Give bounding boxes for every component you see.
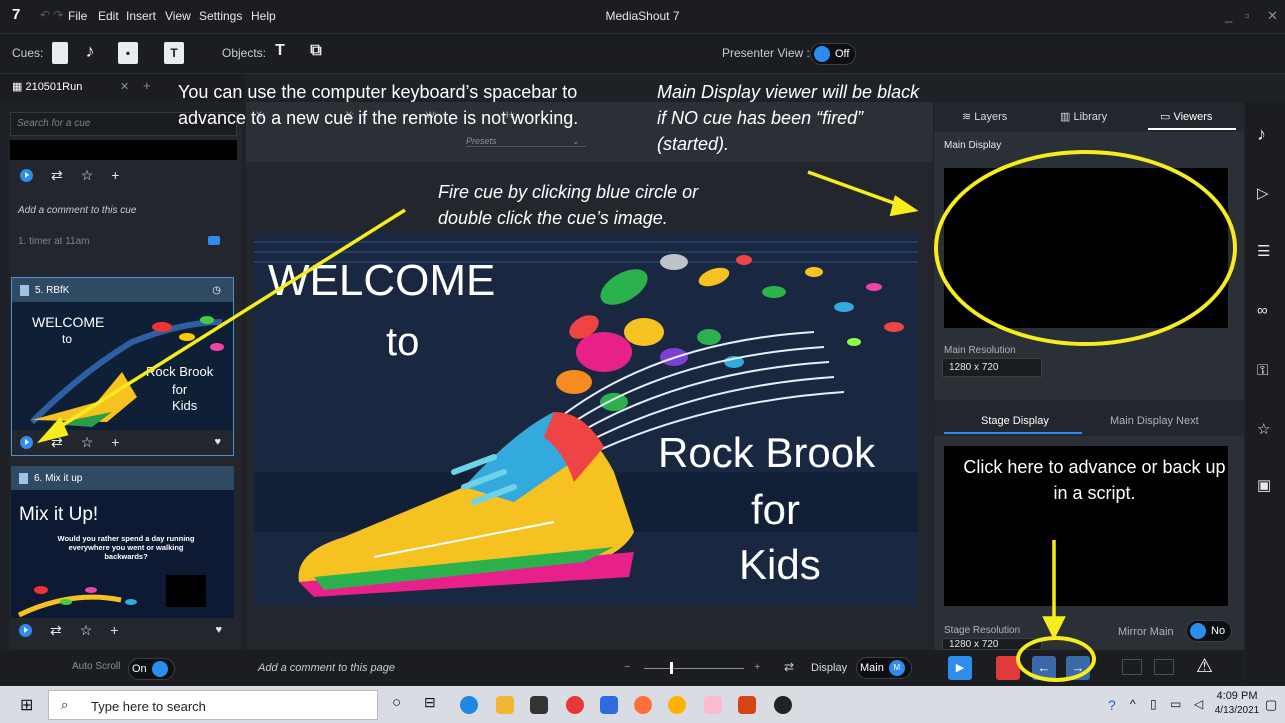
notifications-icon[interactable]: ▢	[1265, 697, 1277, 713]
snipping-tool-icon[interactable]	[704, 696, 722, 714]
mediashout-taskbar-icon[interactable]	[774, 696, 792, 714]
cortana-icon[interactable]: ○	[392, 694, 401, 711]
clock-date[interactable]: 4/13/2021	[1212, 705, 1262, 716]
file-explorer-icon[interactable]	[496, 696, 514, 714]
chrome-icon[interactable]	[566, 696, 584, 714]
task-view-icon[interactable]: ⊟	[424, 694, 436, 711]
firefox-icon[interactable]	[634, 696, 652, 714]
annotation-arrows	[36, 170, 1066, 640]
volume-icon[interactable]: ◁	[1194, 697, 1203, 711]
zoom-icon[interactable]	[600, 696, 618, 714]
annotation-ring-main-display	[934, 150, 1237, 346]
powerpoint-icon[interactable]	[738, 696, 756, 714]
chrome-canary-icon[interactable]	[668, 696, 686, 714]
help-icon[interactable]: ?	[1108, 697, 1116, 713]
store-icon[interactable]	[530, 696, 548, 714]
edge-icon[interactable]	[460, 696, 478, 714]
network-icon[interactable]: ▭	[1170, 697, 1181, 711]
search-icon: ⌕	[61, 697, 69, 712]
clock-time[interactable]: 4:09 PM	[1212, 690, 1262, 702]
battery-icon[interactable]: ▯	[1150, 697, 1157, 711]
taskbar-search-input[interactable]: ⌕ Type here to search	[48, 690, 378, 720]
annotation-ring-nav-buttons	[1016, 636, 1096, 682]
windows-start-icon[interactable]: ⊞	[20, 695, 33, 715]
tray-chevron-icon[interactable]: ^	[1130, 697, 1136, 711]
